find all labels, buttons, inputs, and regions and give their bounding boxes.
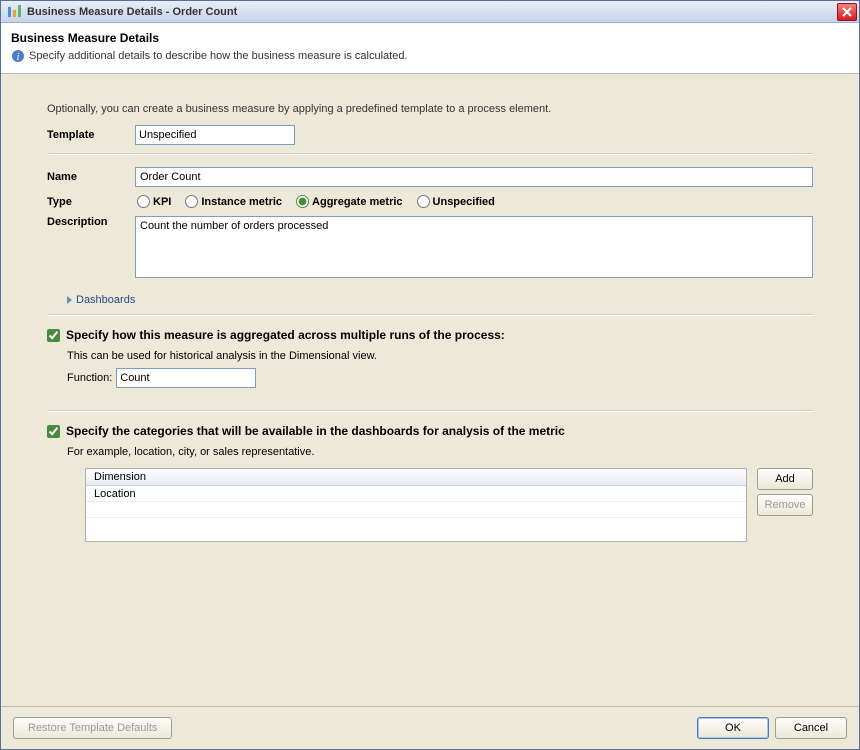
function-label: Function:	[67, 372, 112, 384]
dimension-area: Dimension Location Add Remove	[85, 468, 813, 542]
categories-body: For example, location, city, or sales re…	[67, 446, 813, 458]
cancel-button[interactable]: Cancel	[775, 717, 847, 739]
categories-checkbox[interactable]	[47, 425, 60, 438]
restore-defaults-button[interactable]: Restore Template Defaults	[13, 717, 172, 739]
dialog-header: Business Measure Details i Specify addit…	[1, 23, 859, 74]
name-label: Name	[47, 171, 135, 183]
categories-check-row: Specify the categories that will be avai…	[47, 424, 813, 438]
dialog-window: Business Measure Details - Order Count B…	[0, 0, 860, 750]
type-radio-instance[interactable]: Instance metric	[185, 195, 282, 208]
dialog-subtitle: Specify additional details to describe h…	[29, 50, 408, 62]
ok-button[interactable]: OK	[697, 717, 769, 739]
description-label: Description	[47, 216, 135, 228]
titlebar-text: Business Measure Details - Order Count	[27, 6, 837, 18]
categories-section: Specify the categories that will be avai…	[47, 424, 813, 542]
type-row: Type KPI Instance metric Aggregate metri…	[47, 195, 813, 208]
aggregation-section: Specify how this measure is aggregated a…	[47, 328, 813, 388]
dimension-column-header[interactable]: Dimension	[86, 469, 746, 486]
dimension-row-empty[interactable]	[86, 502, 746, 518]
type-radio-aggregate[interactable]: Aggregate metric	[296, 195, 402, 208]
remove-button[interactable]: Remove	[757, 494, 813, 516]
template-label: Template	[47, 129, 135, 141]
aggregation-check-row: Specify how this measure is aggregated a…	[47, 328, 813, 342]
name-row: Name	[47, 167, 813, 187]
divider	[47, 153, 813, 155]
close-icon	[842, 7, 852, 17]
aggregation-checkbox[interactable]	[47, 329, 60, 342]
dialog-footer: Restore Template Defaults OK Cancel	[1, 706, 859, 749]
categories-label: Specify the categories that will be avai…	[66, 424, 565, 438]
dashboards-label: Dashboards	[76, 294, 135, 306]
info-icon: i	[11, 49, 25, 63]
dimension-table: Dimension Location	[85, 468, 747, 542]
categories-hint: For example, location, city, or sales re…	[67, 446, 813, 458]
dashboards-disclosure[interactable]: Dashboards	[67, 294, 813, 306]
template-select[interactable]: Unspecified	[135, 125, 295, 145]
type-radio-unspecified[interactable]: Unspecified	[417, 195, 495, 208]
dimension-row[interactable]: Location	[86, 486, 746, 502]
svg-text:i: i	[17, 52, 20, 63]
divider	[47, 410, 813, 412]
aggregation-body: This can be used for historical analysis…	[67, 350, 813, 388]
chevron-right-icon	[67, 296, 72, 304]
close-button[interactable]	[837, 3, 857, 21]
add-button[interactable]: Add	[757, 468, 813, 490]
type-radio-group: KPI Instance metric Aggregate metric Uns…	[135, 195, 495, 208]
dimension-buttons: Add Remove	[757, 468, 813, 542]
dialog-title: Business Measure Details	[11, 31, 849, 45]
content-area: Optionally, you can create a business me…	[1, 74, 859, 706]
template-hint: Optionally, you can create a business me…	[47, 103, 813, 115]
divider	[47, 314, 813, 316]
dialog-subtitle-row: i Specify additional details to describe…	[11, 49, 849, 63]
aggregation-hint: This can be used for historical analysis…	[67, 350, 813, 362]
dimension-row-empty[interactable]	[86, 518, 746, 534]
form-panel: Optionally, you can create a business me…	[26, 94, 834, 559]
aggregation-label: Specify how this measure is aggregated a…	[66, 328, 505, 342]
titlebar: Business Measure Details - Order Count	[1, 1, 859, 23]
description-row: Description	[47, 216, 813, 278]
description-input[interactable]	[135, 216, 813, 278]
app-icon	[7, 4, 23, 20]
name-input[interactable]	[135, 167, 813, 187]
footer-right: OK Cancel	[697, 717, 847, 739]
type-label: Type	[47, 196, 135, 208]
function-row: Function: Count	[67, 368, 813, 388]
type-radio-kpi[interactable]: KPI	[137, 195, 171, 208]
template-row: Template Unspecified	[47, 125, 813, 145]
function-select[interactable]: Count	[116, 368, 256, 388]
